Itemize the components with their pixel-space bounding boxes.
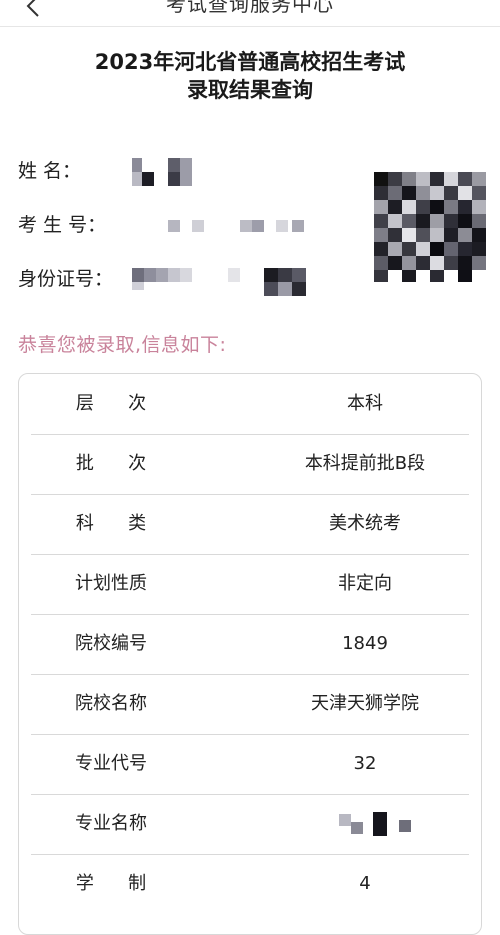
row-label: 专业名称: [75, 813, 147, 834]
exam-number-label: 考 生 号：: [18, 214, 107, 236]
row-label: 批 次: [75, 453, 147, 474]
table-row: 专业名称: [31, 794, 469, 855]
major-name-redacted: [339, 812, 415, 836]
row-value: 32: [353, 753, 377, 774]
photo-redacted: [374, 172, 486, 282]
row-label: 层 次: [75, 393, 147, 414]
table-row: 科 类 美术统考: [31, 494, 469, 555]
name-label: 姓 名：: [18, 160, 82, 182]
row-value: 天津天狮学院: [311, 693, 419, 714]
row-value: 本科提前批B段: [304, 453, 426, 474]
table-row: 层 次 本科: [31, 374, 469, 435]
id-number-redacted: [132, 268, 318, 296]
table-row: 院校名称 天津天狮学院: [31, 674, 469, 735]
nav-title: 考试查询服务中心: [166, 0, 334, 16]
row-value: 美术统考: [329, 513, 401, 534]
table-row: 批 次 本科提前批B段: [31, 434, 469, 495]
row-value: 1849: [342, 633, 388, 654]
name-redacted: [132, 158, 194, 186]
table-row: 学 制 4: [31, 854, 469, 914]
row-label: 科 类: [75, 513, 147, 534]
row-label: 计划性质: [75, 573, 147, 594]
nav-bar: 考试查询服务中心: [0, 0, 500, 27]
result-table: 层 次 本科 批 次 本科提前批B段 科 类 美术统考 计划性质 非定向 院校编…: [18, 373, 482, 935]
row-value: 本科: [347, 393, 383, 414]
id-number-row: 身份证号：: [18, 264, 338, 296]
exam-number-redacted: [168, 220, 308, 234]
row-label: 学 制: [75, 873, 147, 894]
congrats-message: 恭喜您被录取,信息如下:: [18, 334, 227, 356]
table-row: 院校编号 1849: [31, 614, 469, 675]
exam-number-row: 考 生 号：: [18, 210, 318, 240]
row-label: 院校名称: [75, 693, 147, 714]
id-number-label: 身份证号：: [18, 268, 114, 290]
row-value: 非定向: [338, 573, 392, 594]
row-label: 专业代号: [75, 753, 147, 774]
row-value: 4: [359, 873, 371, 894]
name-row: 姓 名：: [18, 156, 318, 186]
row-label: 院校编号: [75, 633, 147, 654]
page-title: 2023年河北省普通高校招生考试: [94, 50, 406, 74]
table-row: 计划性质 非定向: [31, 554, 469, 615]
table-row: 专业代号 32: [31, 734, 469, 795]
page-subtitle: 录取结果查询: [187, 78, 313, 102]
